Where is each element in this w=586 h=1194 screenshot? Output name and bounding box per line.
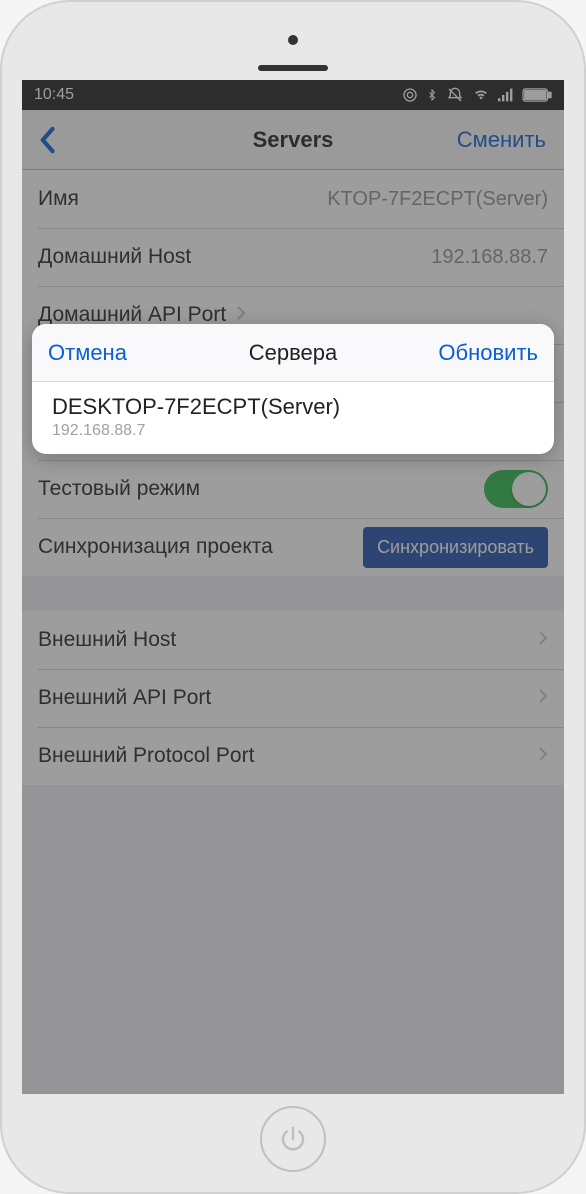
phone-sensor [288, 35, 298, 45]
modal-refresh-button[interactable]: Обновить [438, 340, 538, 366]
server-item-ip: 192.168.88.7 [52, 422, 534, 440]
server-picker-modal: Отмена Сервера Обновить DESKTOP-7F2ECPT(… [32, 324, 554, 454]
phone-speaker [258, 65, 328, 71]
modal-overlay[interactable] [22, 80, 564, 1094]
server-list-item[interactable]: DESKTOP-7F2ECPT(Server) 192.168.88.7 [32, 382, 554, 454]
power-icon [278, 1124, 308, 1154]
modal-cancel-button[interactable]: Отмена [48, 340, 127, 366]
screen: 10:45 Servers Сменить Имя [22, 80, 564, 1094]
modal-header: Отмена Сервера Обновить [32, 324, 554, 382]
phone-frame: 10:45 Servers Сменить Имя [0, 0, 586, 1194]
home-button[interactable] [260, 1106, 326, 1172]
server-item-name: DESKTOP-7F2ECPT(Server) [52, 394, 534, 420]
